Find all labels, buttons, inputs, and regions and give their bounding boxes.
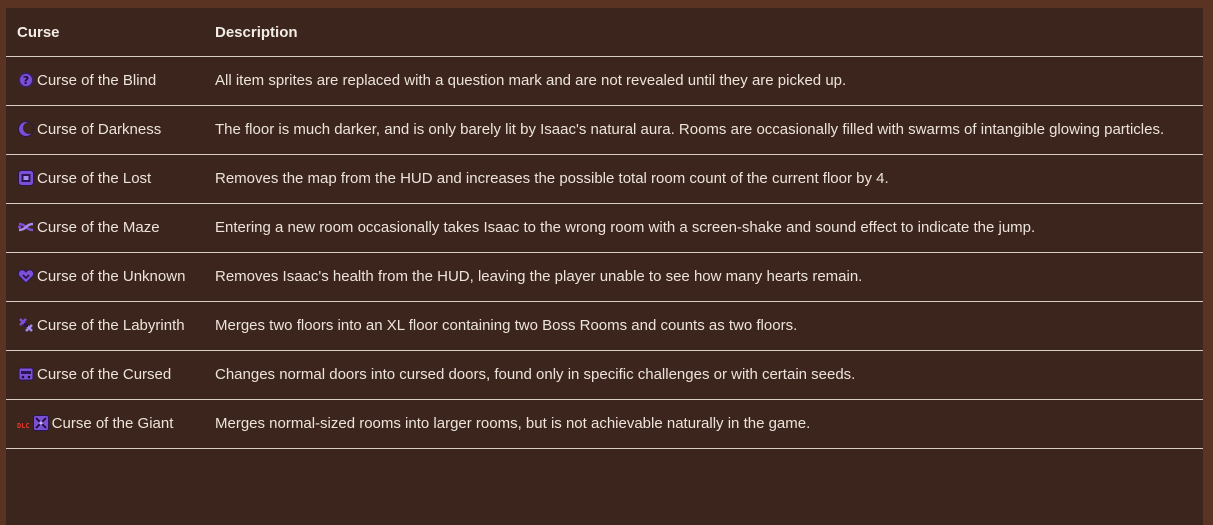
description-cell: Removes Isaac's health from the HUD, lea… (204, 252, 1203, 302)
curse-cell: Curse of the Maze (6, 203, 204, 253)
curse-cell: Curse of the Labyrinth (6, 301, 204, 351)
curse-cell: Curse of Darkness (6, 105, 204, 155)
description-cell: All item sprites are replaced with a que… (204, 56, 1203, 106)
curse-name[interactable]: Curse of the Labyrinth (37, 317, 185, 334)
curses-table-container: Curse Description ? Curse of the Blind A… (6, 8, 1203, 525)
table-row: Curse of the Maze Entering a new room oc… (6, 203, 1203, 253)
dlc-badge: DLC (17, 422, 30, 430)
table-row: ? Curse of the Blind All item sprites ar… (6, 56, 1203, 106)
curse-cell: ? Curse of the Blind (6, 56, 204, 106)
curse-cell: Curse of the Lost (6, 154, 204, 204)
curse-of-the-blind-icon: ? (17, 71, 35, 89)
description-cell: Changes normal doors into cursed doors, … (204, 350, 1203, 400)
curse-of-darkness-icon (17, 120, 35, 138)
curse-of-the-lost-icon (17, 169, 35, 187)
svg-text:?: ? (23, 74, 29, 87)
curse-name[interactable]: Curse of the Cursed (37, 366, 171, 383)
curse-name[interactable]: Curse of Darkness (37, 121, 161, 138)
table-row: Curse of the Labyrinth Merges two floors… (6, 301, 1203, 351)
curse-cell: Curse of the Unknown (6, 252, 204, 302)
curse-cell: DLC Curse of the Giant (6, 399, 204, 449)
curse-cell: Curse of the Cursed (6, 350, 204, 400)
curse-of-the-maze-icon (17, 218, 35, 236)
column-header-description[interactable]: Description (204, 8, 1203, 57)
curse-name[interactable]: Curse of the Lost (37, 170, 151, 187)
curse-of-the-giant-icon (32, 414, 50, 432)
table-row: Curse of the Cursed Changes normal doors… (6, 350, 1203, 400)
table-row: Curse of the Lost Removes the map from t… (6, 154, 1203, 204)
curse-of-the-unknown-icon (17, 267, 35, 285)
curse-name[interactable]: Curse of the Unknown (37, 268, 185, 285)
curse-name[interactable]: Curse of the Blind (37, 72, 156, 89)
column-header-curse[interactable]: Curse (6, 8, 204, 57)
description-cell: The floor is much darker, and is only ba… (204, 105, 1203, 155)
description-cell: Removes the map from the HUD and increas… (204, 154, 1203, 204)
description-cell: Merges normal-sized rooms into larger ro… (204, 399, 1203, 449)
curse-of-the-labyrinth-icon (17, 316, 35, 334)
curse-name[interactable]: Curse of the Giant (52, 415, 174, 432)
table-row: Curse of Darkness The floor is much dark… (6, 105, 1203, 155)
curse-of-the-cursed-icon (17, 365, 35, 383)
description-cell: Merges two floors into an XL floor conta… (204, 301, 1203, 351)
table-row: DLC Curse of the Giant Merges normal-siz… (6, 399, 1203, 449)
table-row: Curse of the Unknown Removes Isaac's hea… (6, 252, 1203, 302)
table-header-row: Curse Description (6, 8, 1203, 57)
curses-table: Curse Description ? Curse of the Blind A… (6, 8, 1203, 449)
curse-name[interactable]: Curse of the Maze (37, 219, 160, 236)
description-cell: Entering a new room occasionally takes I… (204, 203, 1203, 253)
